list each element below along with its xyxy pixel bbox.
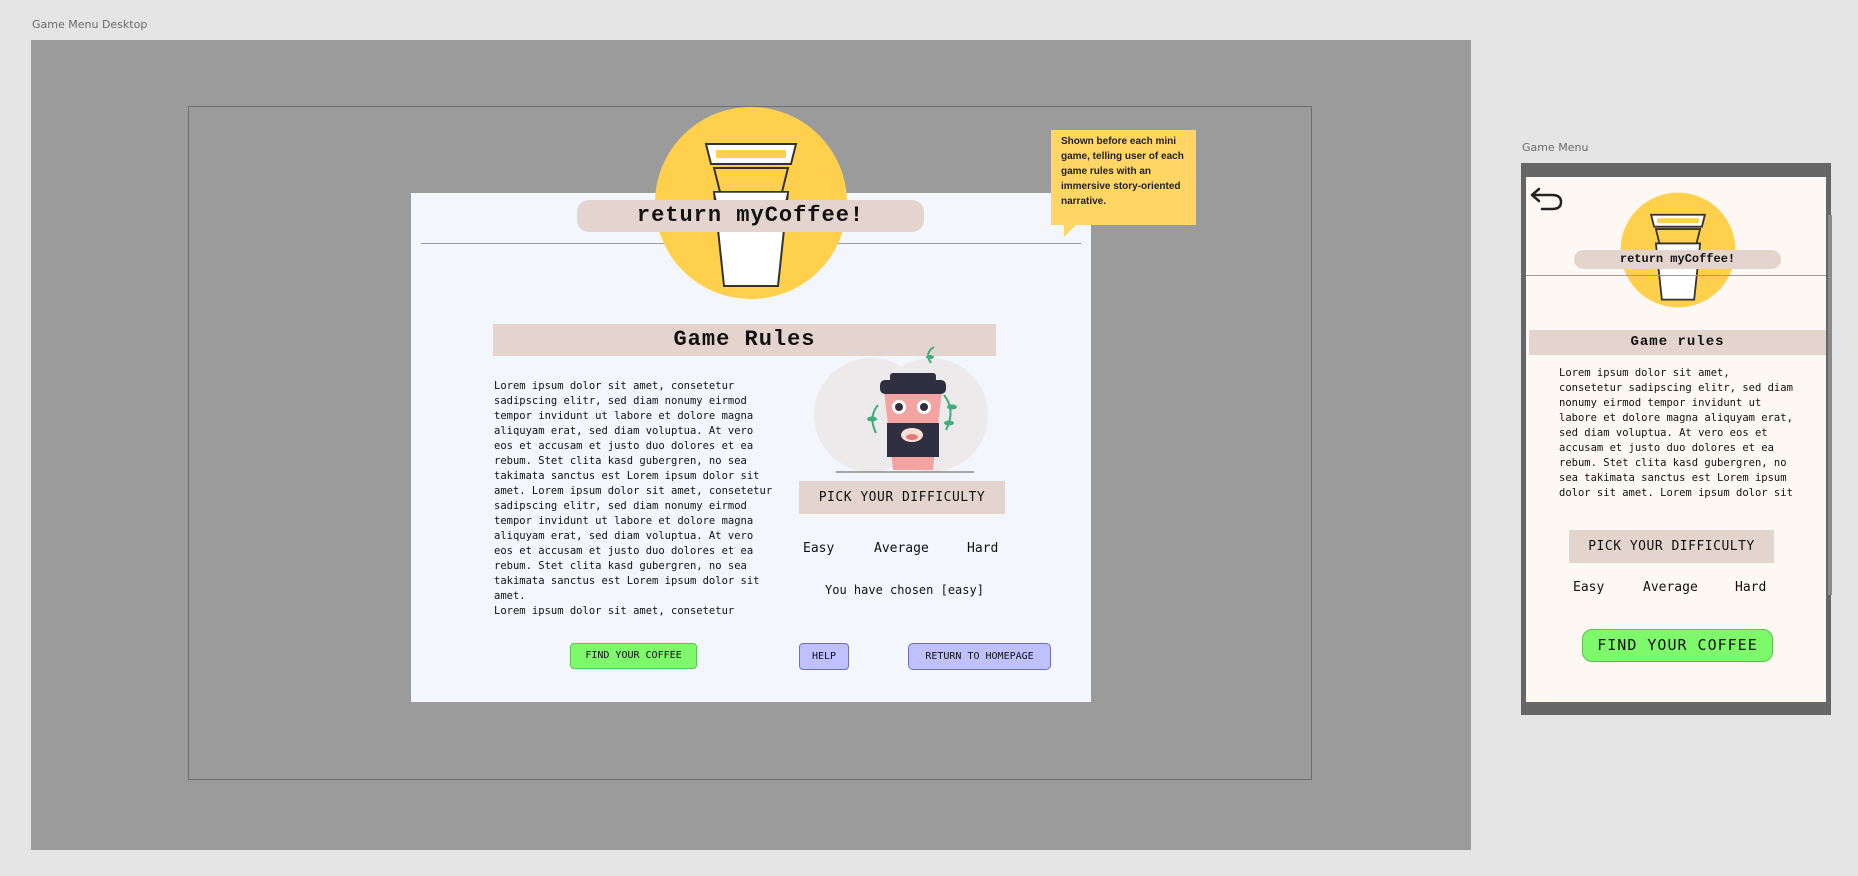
rules-text-line: eos et accusam et justo duo dolores et e… <box>494 440 754 452</box>
mobile-rules-text-line: dolor sit amet. Lorem ipsum dolor sit <box>1559 487 1793 499</box>
rules-text-line: aliquyam erat, sed diam voluptua. At ver… <box>494 530 754 542</box>
rules-text-line: Lorem ipsum dolor sit amet, consetetur <box>494 605 735 617</box>
mobile-rules-text-line: accusam et justo duo dolores et ea <box>1559 442 1774 454</box>
rules-text-line: eos et accusam et justo duo dolores et e… <box>494 545 754 557</box>
mobile-find-your-coffee-button[interactable]: FIND YOUR COFFEE <box>1582 629 1773 662</box>
rules-text-line: takimata sanctus est Lorem ipsum dolor s… <box>494 575 760 587</box>
chosen-difficulty-text: You have chosen [easy] <box>825 583 984 597</box>
rules-text-line: sadipscing elitr, sed diam nonumy eirmod <box>494 500 747 512</box>
back-arrow-icon[interactable] <box>1530 185 1564 213</box>
rules-text-line: sadipscing elitr, sed diam nonumy eirmod <box>494 395 747 407</box>
mobile-rules-text-line: labore et dolore magna aliquyam erat, <box>1559 412 1793 424</box>
mobile-rules-text-line: consetetur sadipscing elitr, sed diam <box>1559 382 1793 394</box>
mobile-difficulty-option-average[interactable]: Average <box>1643 580 1698 595</box>
mobile-rules-text-line: sed diam voluptua. At vero eos et <box>1559 427 1768 439</box>
coffee-mascot-illustration <box>806 345 1006 480</box>
rules-text-line: rebum. Stet clita kasd gubergren, no sea <box>494 560 747 572</box>
help-button[interactable]: HELP <box>799 643 849 670</box>
rules-text-line: rebum. Stet clita kasd gubergren, no sea <box>494 455 747 467</box>
mobile-header-divider <box>1526 275 1826 276</box>
rules-text-line: tempor invidunt ut labore et dolore magn… <box>494 410 754 422</box>
mobile-rules-text-line: Lorem ipsum dolor sit amet, <box>1559 367 1730 379</box>
desktop-frame-label: Game Menu Desktop <box>32 18 148 31</box>
mobile-screen: return myCoffee! Game rules Lorem ipsum … <box>1526 177 1826 702</box>
mobile-app-title: return myCoffee! <box>1574 250 1781 269</box>
mobile-scrollbar[interactable] <box>1828 215 1832 595</box>
mobile-rules-text-line: nonumy eirmod tempor invidunt ut <box>1559 397 1762 409</box>
mobile-rules-text: Lorem ipsum dolor sit amet, consetetur sa… <box>1559 366 1793 501</box>
mobile-difficulty-label: PICK YOUR DIFFICULTY <box>1569 530 1774 563</box>
mobile-difficulty-option-easy[interactable]: Easy <box>1573 580 1604 595</box>
return-to-homepage-button[interactable]: RETURN TO HOMEPAGE <box>908 643 1051 670</box>
rules-text-line: amet. <box>494 590 526 602</box>
difficulty-option-average[interactable]: Average <box>874 541 929 556</box>
difficulty-label: PICK YOUR DIFFICULTY <box>799 481 1005 514</box>
mobile-rules-heading: Game rules <box>1529 330 1826 355</box>
mobile-difficulty-option-hard[interactable]: Hard <box>1735 580 1766 595</box>
rules-text: Lorem ipsum dolor sit amet, consetetur sa… <box>494 379 772 619</box>
rules-text-line: aliquyam erat, sed diam voluptua. At ver… <box>494 425 754 437</box>
annotation-sticky-note: Shown before each mini game, telling use… <box>1051 130 1196 225</box>
rules-text-line: Lorem ipsum dolor sit amet, consetetur <box>494 380 735 392</box>
rules-text-line: tempor invidunt ut labore et dolore magn… <box>494 515 754 527</box>
difficulty-option-easy[interactable]: Easy <box>803 541 834 556</box>
sticky-note-tail <box>1064 225 1076 237</box>
rules-text-line: amet. Lorem ipsum dolor sit amet, conset… <box>494 485 773 497</box>
mobile-rules-text-line: sea takimata sanctus est Lorem ipsum <box>1559 472 1787 484</box>
mobile-frame-label: Game Menu <box>1522 141 1589 154</box>
app-title: return myCoffee! <box>577 200 924 232</box>
difficulty-option-hard[interactable]: Hard <box>967 541 998 556</box>
mobile-rules-text-line: rebum. Stet clita kasd gubergren, no <box>1559 457 1787 469</box>
find-your-coffee-button[interactable]: FIND YOUR COFFEE <box>570 643 697 669</box>
rules-text-line: takimata sanctus est Lorem ipsum dolor s… <box>494 470 760 482</box>
